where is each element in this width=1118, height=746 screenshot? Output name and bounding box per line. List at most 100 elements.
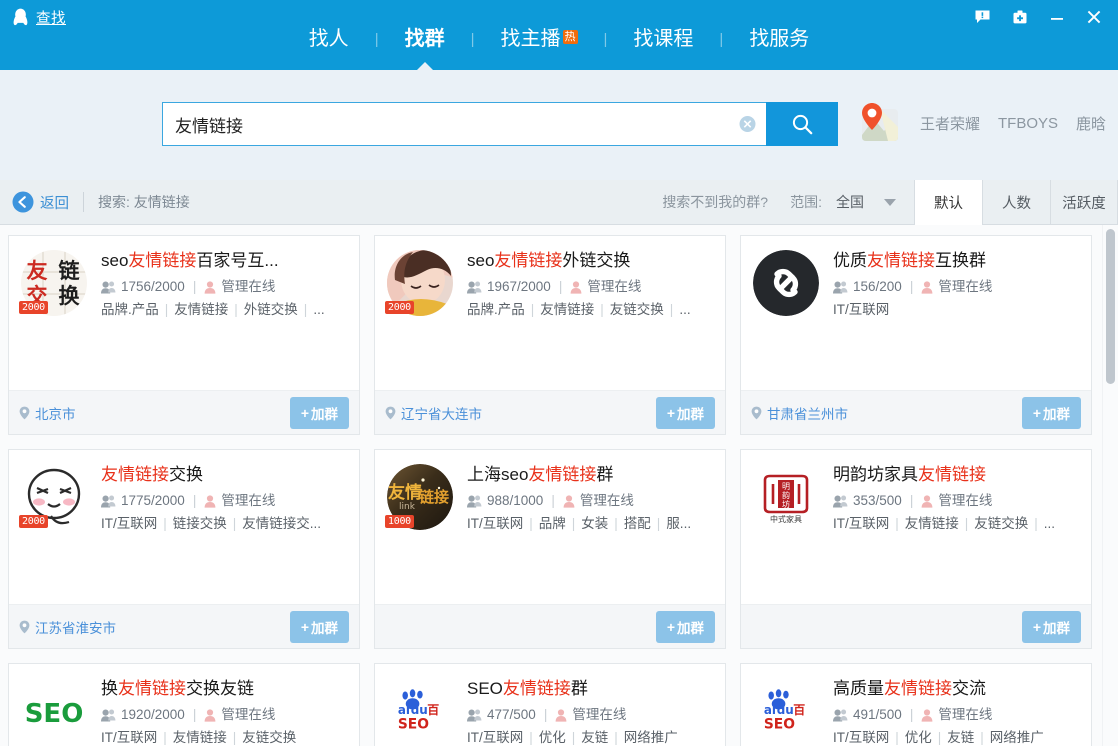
group-tag[interactable]: IT/互联网 bbox=[833, 302, 889, 317]
help-button[interactable] bbox=[1001, 4, 1038, 30]
hotword-1[interactable]: TFBOYS bbox=[998, 115, 1058, 132]
group-avatar-wrap[interactable] bbox=[753, 250, 819, 316]
group-tag[interactable]: ... bbox=[313, 302, 324, 317]
group-result-card[interactable]: SEO 换友情链接交换友链 1920/2000 | 管理在线 IT/互联网 | 友情… bbox=[8, 663, 360, 746]
chevron-down-icon[interactable] bbox=[884, 198, 896, 206]
group-result-card[interactable]: ai du 百 SEO 高质量友情链接交流 491/500 | 管理在线 IT/… bbox=[740, 663, 1092, 746]
group-tag[interactable]: IT/互联网 bbox=[467, 516, 523, 531]
group-tag[interactable]: 优化 bbox=[539, 730, 566, 745]
group-tag[interactable]: 优化 bbox=[905, 730, 932, 745]
join-group-button[interactable]: + 加群 bbox=[289, 610, 349, 643]
group-result-card[interactable]: 友 链 交 换 2000 seo友情链接百家号互... 1756/2000 | … bbox=[8, 235, 360, 435]
group-result-card[interactable]: 2000 友情链接交换 1775/2000 | 管理在线 IT/互联网 | 链接交换… bbox=[8, 449, 360, 649]
card-info: seo友情链接百家号互... 1756/2000 | 管理在线 品牌.产品 | 友情… bbox=[101, 250, 347, 390]
group-title-highlight: 友情链接 bbox=[502, 679, 571, 698]
group-tag[interactable]: 搭配 bbox=[624, 516, 651, 531]
group-avatar-wrap[interactable]: 友 链 交 换 2000 bbox=[19, 250, 87, 316]
clear-circle-icon[interactable] bbox=[739, 116, 756, 133]
group-title-highlight: 友情链接 bbox=[528, 465, 597, 484]
group-tag[interactable]: 女装 bbox=[581, 516, 608, 531]
group-avatar-wrap[interactable]: 明 韵 坊 中式家具 bbox=[753, 464, 819, 530]
hotword-0[interactable]: 王者荣耀 bbox=[920, 113, 980, 134]
meta-separator: | bbox=[909, 707, 914, 722]
search-input[interactable] bbox=[163, 103, 766, 145]
join-group-button[interactable]: + 加群 bbox=[655, 396, 715, 429]
hotword-2[interactable]: 鹿晗 bbox=[1076, 113, 1106, 134]
group-title[interactable]: 高质量友情链接交流 bbox=[833, 678, 1079, 700]
group-tag[interactable]: 网络推广 bbox=[990, 730, 1044, 745]
group-result-card[interactable]: ai du 百 SEO SEO友情链接群 477/500 | 管理在线 IT/互… bbox=[374, 663, 726, 746]
group-tag[interactable]: ... bbox=[1044, 516, 1055, 531]
scrollbar-thumb[interactable] bbox=[1106, 229, 1115, 384]
sort-tab-activity[interactable]: 活跃度 bbox=[1050, 179, 1118, 225]
join-group-button[interactable]: + 加群 bbox=[1021, 396, 1081, 429]
nav-tab-find-services[interactable]: 找服务 bbox=[723, 24, 835, 54]
group-result-card[interactable]: 友情 链接 link 1000 上海seo友情链接群 988/1000 | 管理… bbox=[374, 449, 726, 649]
sort-tab-members[interactable]: 人数 bbox=[982, 179, 1050, 225]
group-tag[interactable]: 友链交换 bbox=[242, 730, 296, 745]
group-tag[interactable]: 友链交换 bbox=[974, 516, 1028, 531]
group-avatar-wrap[interactable]: ai du 百 SEO bbox=[387, 678, 453, 744]
group-avatar-wrap[interactable]: SEO bbox=[21, 678, 87, 744]
group-title[interactable]: 换友情链接交换友链 bbox=[101, 678, 347, 700]
group-tag[interactable]: 服... bbox=[666, 516, 691, 531]
nav-tab-find-anchors[interactable]: 找主播热 bbox=[475, 24, 604, 54]
group-avatar-wrap[interactable]: ai du 百 SEO bbox=[753, 678, 819, 744]
group-tag[interactable]: IT/互联网 bbox=[833, 730, 889, 745]
back-button[interactable]: 返回 bbox=[0, 180, 69, 224]
group-location: 江苏省淮安市 bbox=[19, 617, 116, 637]
group-tag[interactable]: 品牌 bbox=[539, 516, 566, 531]
group-tag[interactable]: IT/互联网 bbox=[101, 516, 157, 531]
group-title[interactable]: seo友情链接百家号互... bbox=[101, 250, 347, 272]
group-title[interactable]: 明韵坊家具友情链接 bbox=[833, 464, 1079, 486]
group-avatar-wrap[interactable]: 2000 bbox=[19, 464, 87, 530]
group-title[interactable]: SEO友情链接群 bbox=[467, 678, 713, 700]
nav-tab-find-people[interactable]: 找人 bbox=[283, 24, 375, 54]
cannot-find-group-link[interactable]: 搜索不到我的群? bbox=[662, 192, 768, 212]
group-result-card[interactable]: 优质友情链接互换群 156/200 | 管理在线 IT/互联网 甘肃省兰州市 +… bbox=[740, 235, 1092, 435]
join-group-button[interactable]: + 加群 bbox=[655, 610, 715, 643]
group-tag[interactable]: 友链 bbox=[581, 730, 608, 745]
title-bar: 查找 找人 | 找群 | 找主播热 | 找课程 | 找服务 bbox=[0, 0, 1118, 70]
join-group-button[interactable]: + 加群 bbox=[289, 396, 349, 429]
group-tag[interactable]: IT/互联网 bbox=[467, 730, 523, 745]
nav-tab-find-courses[interactable]: 找课程 bbox=[607, 24, 719, 54]
group-tag[interactable]: 友情链接 bbox=[905, 516, 959, 531]
group-tag[interactable]: 友情链接交... bbox=[242, 516, 321, 531]
group-result-card[interactable]: 明 韵 坊 中式家具 明韵坊家具友情链接 353/500 | 管理在线 IT/互… bbox=[740, 449, 1092, 649]
group-tag[interactable]: 外链交换 bbox=[244, 302, 298, 317]
group-tag[interactable]: 品牌.产品 bbox=[101, 302, 159, 317]
group-tag[interactable]: 网络推广 bbox=[624, 730, 678, 745]
group-avatar-wrap[interactable]: 友情 链接 link 1000 bbox=[385, 464, 453, 530]
scope-value[interactable]: 全国 bbox=[836, 192, 864, 212]
group-tag[interactable]: 友链 bbox=[947, 730, 974, 745]
group-tag[interactable]: ... bbox=[679, 302, 690, 317]
group-tag[interactable]: IT/互联网 bbox=[833, 516, 889, 531]
group-title[interactable]: seo友情链接外链交换 bbox=[467, 250, 713, 272]
close-button[interactable] bbox=[1075, 4, 1112, 30]
group-title[interactable]: 上海seo友情链接群 bbox=[467, 464, 713, 486]
join-group-button[interactable]: + 加群 bbox=[1021, 610, 1081, 643]
group-tag[interactable]: 友情链接 bbox=[174, 302, 228, 317]
group-tag[interactable]: 友链交换 bbox=[610, 302, 664, 317]
search-button[interactable] bbox=[766, 102, 838, 146]
filter-controls: 搜索不到我的群? 范围: 全国 默认 人数 活跃度 bbox=[662, 179, 1118, 226]
group-tag[interactable]: 链接交换 bbox=[173, 516, 227, 531]
sort-tab-default[interactable]: 默认 bbox=[914, 179, 982, 226]
group-title[interactable]: 优质友情链接互换群 bbox=[833, 250, 1079, 272]
tag-separator: | bbox=[303, 302, 308, 317]
results-scrollbar[interactable] bbox=[1102, 225, 1118, 746]
group-tag[interactable]: 品牌.产品 bbox=[467, 302, 525, 317]
group-tag[interactable]: 友情链接 bbox=[173, 730, 227, 745]
group-tag[interactable]: IT/互联网 bbox=[101, 730, 157, 745]
svg-text:换: 换 bbox=[59, 284, 81, 308]
group-title[interactable]: 友情链接交换 bbox=[101, 464, 347, 486]
members-icon bbox=[833, 495, 848, 507]
group-tag[interactable]: 友情链接 bbox=[540, 302, 594, 317]
group-result-card[interactable]: 2000 seo友情链接外链交换 1967/2000 | 管理在线 品牌.产品 |… bbox=[374, 235, 726, 435]
nav-tab-find-groups[interactable]: 找群 bbox=[379, 24, 471, 54]
group-avatar-wrap[interactable]: 2000 bbox=[385, 250, 453, 316]
map-pin-icon[interactable] bbox=[858, 101, 902, 145]
minimize-button[interactable] bbox=[1038, 4, 1075, 30]
feedback-button[interactable] bbox=[964, 4, 1001, 30]
